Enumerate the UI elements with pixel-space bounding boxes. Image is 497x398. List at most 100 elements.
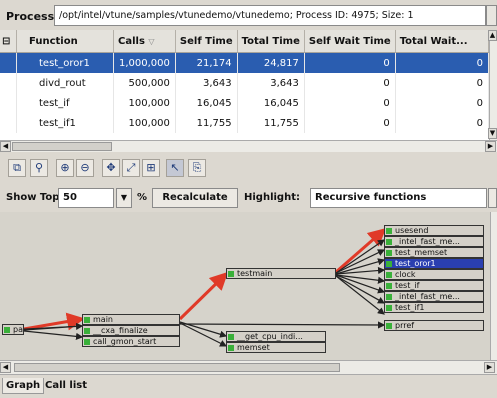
graph-toolbar: [0, 152, 497, 184]
graph-vertical-scrollbar[interactable]: [490, 212, 497, 360]
scroll-right-icon[interactable]: ▶: [485, 141, 496, 152]
table-row[interactable]: divd_rout 500,000 3,643 3,643 0 0: [0, 73, 489, 93]
row-spacer: [0, 113, 17, 133]
search-icon[interactable]: ⚲: [30, 159, 48, 177]
table-row[interactable]: test_if 100,000 16,045 16,045 0 0: [0, 93, 489, 113]
col-self-wait-time[interactable]: Self Wait Time: [304, 30, 396, 53]
graph-scroll-left-icon[interactable]: ◀: [0, 362, 11, 373]
show-top-dropdown-icon[interactable]: ▼: [116, 188, 132, 208]
cell-calls: 100,000: [113, 93, 176, 113]
graph-node-intel-fast-me-2[interactable]: _intel_fast_me...: [384, 291, 484, 302]
graph-node-test-oror1[interactable]: test_oror1: [384, 258, 484, 269]
layout-icon[interactable]: ⊞: [142, 159, 160, 177]
graph-scroll-thumb[interactable]: [14, 363, 340, 372]
cell-self-wait: 0: [304, 93, 396, 113]
row-spacer: [0, 73, 17, 93]
cell-self-wait: 0: [304, 52, 396, 73]
scroll-up-icon[interactable]: ▲: [488, 30, 497, 41]
cell-total-wait: 0: [395, 93, 489, 113]
graph-node-cxa-finalize[interactable]: __cxa_finalize: [82, 325, 180, 336]
graph-scroll-right-icon[interactable]: ▶: [484, 362, 495, 373]
graph-horizontal-scrollbar[interactable]: ◀ ▶: [0, 360, 497, 374]
pan-icon[interactable]: ✥: [102, 159, 120, 177]
row-spacer: [0, 93, 17, 113]
table-row[interactable]: test_oror1 1,000,000 21,174 24,817 0 0: [0, 52, 489, 73]
fit-icon[interactable]: ⤢: [122, 159, 140, 177]
graph-node-test-if1[interactable]: test_if1: [384, 302, 484, 313]
highlight-label: Highlight:: [244, 192, 300, 203]
graph-node-test-memset[interactable]: test_memset: [384, 247, 484, 258]
cell-calls: 100,000: [113, 113, 176, 133]
cell-total-time: 24,817: [237, 52, 305, 73]
process-dropdown-button[interactable]: [486, 5, 497, 26]
process-path-field[interactable]: /opt/intel/vtune/samples/vtunedemo/vtune…: [54, 5, 486, 26]
column-chooser-icon[interactable]: ⊟: [0, 30, 17, 53]
col-calls-label: Calls: [118, 35, 145, 47]
show-top-label: Show Top:: [6, 192, 64, 203]
zoom-out-icon[interactable]: ⊖: [76, 159, 94, 177]
cell-function: divd_rout: [16, 73, 114, 93]
col-function[interactable]: Function: [16, 30, 114, 53]
cell-function: test_if: [16, 93, 114, 113]
zoom-in-icon[interactable]: ⊕: [56, 159, 74, 177]
show-top-input[interactable]: 50: [58, 188, 114, 208]
graph-node-root[interactable]: pac: [2, 324, 24, 335]
edge-root-gmon: [23, 330, 84, 340]
cell-total-time: 3,643: [237, 73, 305, 93]
graph-node-test-if[interactable]: test_if: [384, 280, 484, 291]
select-region-icon[interactable]: ⧉: [8, 159, 26, 177]
graph-node-intel-fast-me[interactable]: _intel_fast_me...: [384, 236, 484, 247]
recalculate-button[interactable]: Recalculate: [152, 188, 238, 208]
col-total-wait[interactable]: Total Wait...: [395, 30, 489, 53]
cell-total-wait: 0: [395, 73, 489, 93]
cell-calls: 1,000,000: [113, 52, 176, 73]
graph-node-main[interactable]: main: [82, 314, 180, 325]
scroll-thumb[interactable]: [12, 142, 112, 151]
graph-node-prref[interactable]: prref: [384, 320, 484, 331]
scroll-left-icon[interactable]: ◀: [0, 141, 11, 152]
cell-total-time: 11,755: [237, 113, 305, 133]
cell-function: test_oror1: [16, 52, 114, 73]
cell-calls: 500,000: [113, 73, 176, 93]
table-row[interactable]: test_if1 100,000 11,755 11,755 0 0: [0, 113, 489, 133]
graph-node-memset[interactable]: memset: [226, 342, 326, 353]
col-calls[interactable]: Calls ▽: [113, 30, 176, 53]
table-horizontal-scrollbar[interactable]: ◀ ▶: [0, 140, 497, 152]
edge-testmain-prref: [335, 275, 385, 315]
call-graph[interactable]: pac main __cxa_finalize call_gmon_start …: [0, 212, 490, 360]
graph-node-clock[interactable]: clock: [384, 269, 484, 280]
col-total-time[interactable]: Total Time: [237, 30, 305, 53]
cell-total-wait: 0: [395, 113, 489, 133]
graph-node-usesend[interactable]: usesend: [384, 225, 484, 236]
graph-node-call-gmon-start[interactable]: call_gmon_start: [82, 336, 180, 347]
row-spacer: [0, 52, 17, 73]
graph-node-testmain[interactable]: testmain: [226, 268, 336, 279]
cell-self-wait: 0: [304, 113, 396, 133]
cell-self-time: 3,643: [175, 73, 238, 93]
pointer-icon[interactable]: ↖: [166, 159, 184, 177]
highlight-select[interactable]: Recursive functions: [310, 188, 487, 208]
scroll-down-icon[interactable]: ▼: [488, 128, 497, 139]
cell-function: test_if1: [16, 113, 114, 133]
process-label: Process:: [6, 10, 59, 23]
col-self-time[interactable]: Self Time: [175, 30, 238, 53]
tab-call-list[interactable]: Call list: [42, 378, 90, 393]
cell-self-time: 16,045: [175, 93, 238, 113]
cell-total-wait: 0: [395, 52, 489, 73]
edge-testmain-fastme1: [335, 239, 385, 274]
edge-main-testmain: [178, 271, 229, 321]
function-table: ⊟ Function Calls ▽ Self Time Total Time …: [0, 30, 489, 140]
tab-graph[interactable]: Graph: [2, 378, 45, 394]
table-vertical-scrollbar[interactable]: ▲ ▼: [488, 30, 497, 140]
cell-self-wait: 0: [304, 73, 396, 93]
edge-main-prref: [179, 321, 386, 329]
percent-label: %: [137, 192, 148, 203]
cell-self-time: 21,174: [175, 52, 238, 73]
cell-total-time: 16,045: [237, 93, 305, 113]
cell-self-time: 11,755: [175, 113, 238, 133]
highlight-dropdown-icon[interactable]: [488, 188, 497, 208]
table-header-row: ⊟ Function Calls ▽ Self Time Total Time …: [0, 30, 489, 53]
export-icon[interactable]: ⎘: [188, 159, 206, 177]
graph-node-get-cpu-indi[interactable]: __get_cpu_indi...: [226, 331, 326, 342]
edge-testmain-usesend: [335, 228, 387, 274]
